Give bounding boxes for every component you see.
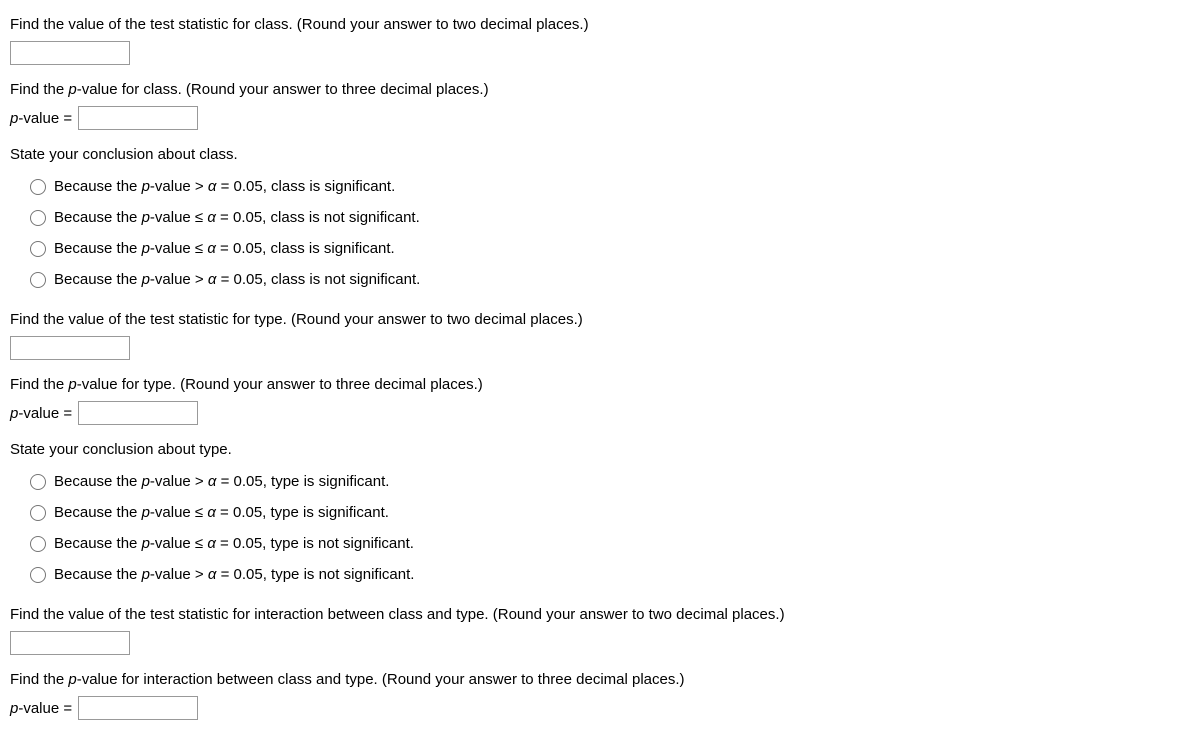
q6-option-2[interactable]: Because the p-value ≤ α = 0.05, type is … xyxy=(10,528,1190,559)
q3-radio-2[interactable] xyxy=(30,241,46,257)
q7-input[interactable] xyxy=(10,631,130,655)
q3-prompt: State your conclusion about class. xyxy=(10,144,1190,165)
q5-label-after: -value = xyxy=(18,405,72,422)
q3-radio-0[interactable] xyxy=(30,179,46,195)
q3-options: Because the p-value > α = 0.05, class is… xyxy=(10,171,1190,295)
q8-input[interactable] xyxy=(78,696,198,720)
q3-option-2[interactable]: Because the p-value ≤ α = 0.05, class is… xyxy=(10,233,1190,264)
q2-label: p-value = xyxy=(10,108,72,129)
q8-prompt-before: Find the xyxy=(10,671,68,688)
q3-radio-1[interactable] xyxy=(30,210,46,226)
q6-option-1[interactable]: Because the p-value ≤ α = 0.05, type is … xyxy=(10,497,1190,528)
q6-option-0-label: Because the p-value > α = 0.05, type is … xyxy=(54,471,389,492)
q6-radio-3[interactable] xyxy=(30,567,46,583)
q6-option-1-label: Because the p-value ≤ α = 0.05, type is … xyxy=(54,502,389,523)
q4-input[interactable] xyxy=(10,336,130,360)
q4-prompt: Find the value of the test statistic for… xyxy=(10,309,1190,330)
q8-label: p-value = xyxy=(10,698,72,719)
q5-prompt-before: Find the xyxy=(10,376,68,393)
q6-radio-0[interactable] xyxy=(30,474,46,490)
q6-option-0[interactable]: Because the p-value > α = 0.05, type is … xyxy=(10,466,1190,497)
q6-option-2-label: Because the p-value ≤ α = 0.05, type is … xyxy=(54,533,414,554)
q2-prompt: Find the p-value for class. (Round your … xyxy=(10,79,1190,100)
q8-prompt: Find the p-value for interaction between… xyxy=(10,669,1190,690)
q3-radio-3[interactable] xyxy=(30,272,46,288)
q8-prompt-after: -value for interaction between class and… xyxy=(77,671,685,688)
q6-radio-1[interactable] xyxy=(30,505,46,521)
q6-radio-2[interactable] xyxy=(30,536,46,552)
q7-prompt: Find the value of the test statistic for… xyxy=(10,604,1190,625)
q3-option-2-label: Because the p-value ≤ α = 0.05, class is… xyxy=(54,238,395,259)
q1-prompt: Find the value of the test statistic for… xyxy=(10,14,1190,35)
q3-option-1-label: Because the p-value ≤ α = 0.05, class is… xyxy=(54,207,420,228)
q5-prompt: Find the p-value for type. (Round your a… xyxy=(10,374,1190,395)
q6-prompt: State your conclusion about type. xyxy=(10,439,1190,460)
q6-option-3-label: Because the p-value > α = 0.05, type is … xyxy=(54,564,414,585)
q2-prompt-before: Find the xyxy=(10,81,68,98)
q8-label-after: -value = xyxy=(18,700,72,717)
q2-input[interactable] xyxy=(78,106,198,130)
q3-option-3[interactable]: Because the p-value > α = 0.05, class is… xyxy=(10,264,1190,295)
q5-prompt-after: -value for type. (Round your answer to t… xyxy=(77,376,483,393)
q6-option-3[interactable]: Because the p-value > α = 0.05, type is … xyxy=(10,559,1190,590)
q8-prompt-italic: p xyxy=(68,671,76,688)
q6-options: Because the p-value > α = 0.05, type is … xyxy=(10,466,1190,590)
q5-input[interactable] xyxy=(78,401,198,425)
q3-option-3-label: Because the p-value > α = 0.05, class is… xyxy=(54,269,420,290)
q3-option-0-label: Because the p-value > α = 0.05, class is… xyxy=(54,176,395,197)
q3-option-1[interactable]: Because the p-value ≤ α = 0.05, class is… xyxy=(10,202,1190,233)
q2-prompt-italic: p xyxy=(68,81,76,98)
q5-prompt-italic: p xyxy=(68,376,76,393)
q3-option-0[interactable]: Because the p-value > α = 0.05, class is… xyxy=(10,171,1190,202)
q1-input[interactable] xyxy=(10,41,130,65)
q2-prompt-after: -value for class. (Round your answer to … xyxy=(77,81,489,98)
q5-label: p-value = xyxy=(10,403,72,424)
q2-label-after: -value = xyxy=(18,110,72,127)
